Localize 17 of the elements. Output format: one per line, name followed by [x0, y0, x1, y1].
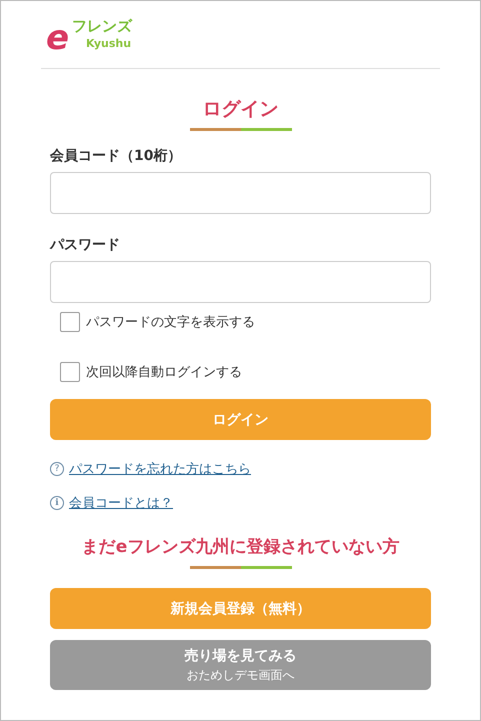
login-button[interactable]: ログイン [50, 399, 431, 440]
help-icon: ? [50, 462, 64, 476]
input-field[interactable] [50, 261, 431, 303]
register-heading: まだeフレンズ九州に登録されていない方 [82, 536, 400, 559]
register-button[interactable]: 新規会員登録（無料） [50, 588, 431, 629]
login-heading: ログイン [202, 97, 278, 122]
checkbox[interactable] [60, 362, 80, 382]
checkbox-label: 次回以降自動ログインする [86, 364, 242, 381]
demo-button[interactable]: 売り場を見てみる おためしデモ画面へ [50, 640, 431, 690]
input-field[interactable] [50, 172, 431, 214]
info-icon: i [50, 496, 64, 510]
link[interactable]: パスワードを忘れた方はこちら [69, 460, 251, 478]
checkbox[interactable] [60, 312, 80, 332]
field-label: パスワード [50, 236, 120, 255]
field-label: 会員コード（10桁） [50, 147, 182, 166]
checkbox-label: パスワードの文字を表示する [86, 314, 255, 331]
link[interactable]: 会員コードとは？ [69, 494, 173, 512]
